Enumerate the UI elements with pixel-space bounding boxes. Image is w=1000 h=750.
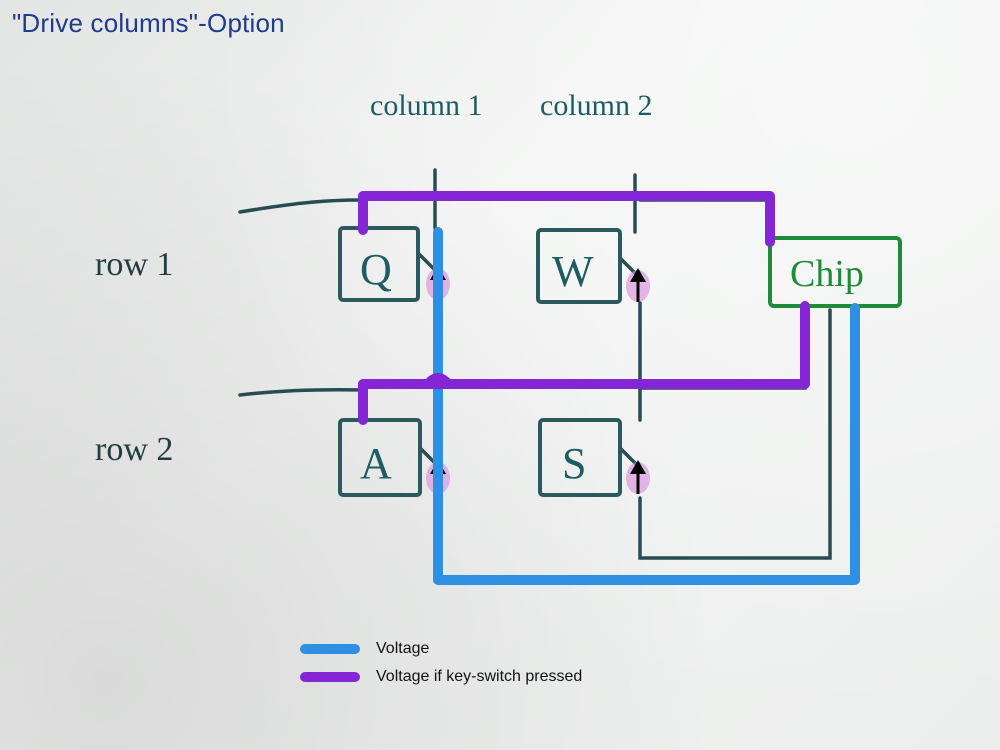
column-1-label: column 1: [370, 89, 483, 122]
key-q-label: Q: [360, 245, 392, 294]
legend-voltage: Voltage: [300, 640, 582, 658]
diode-s: [626, 460, 650, 494]
legend: Voltage Voltage if key-switch pressed: [300, 640, 582, 696]
key-box-q: Q: [340, 228, 418, 300]
key-s-label: S: [562, 439, 586, 488]
legend-voltage-pressed-label: Voltage if key-switch pressed: [376, 668, 582, 686]
column-2-label: column 2: [540, 89, 653, 122]
key-box-a: A: [340, 420, 420, 495]
legend-voltage-pressed: Voltage if key-switch pressed: [300, 668, 582, 686]
key-box-s: S: [540, 420, 620, 495]
legend-swatch-voltage-pressed: [300, 672, 360, 682]
key-w-label: W: [552, 247, 594, 296]
row-2-label: row 2: [95, 431, 173, 468]
matrix-wiring: [240, 170, 830, 558]
diode-w: [626, 268, 650, 302]
key-a-label: A: [360, 439, 392, 488]
key-box-w: W: [538, 230, 620, 302]
chip-label: Chip: [790, 253, 864, 295]
legend-voltage-label: Voltage: [376, 640, 429, 658]
legend-swatch-voltage: [300, 644, 360, 654]
diagram-canvas: column 1 column 2 row 1 row 2 Q W: [0, 0, 1000, 750]
chip-box: Chip: [770, 238, 900, 306]
row-1-label: row 1: [95, 246, 173, 283]
